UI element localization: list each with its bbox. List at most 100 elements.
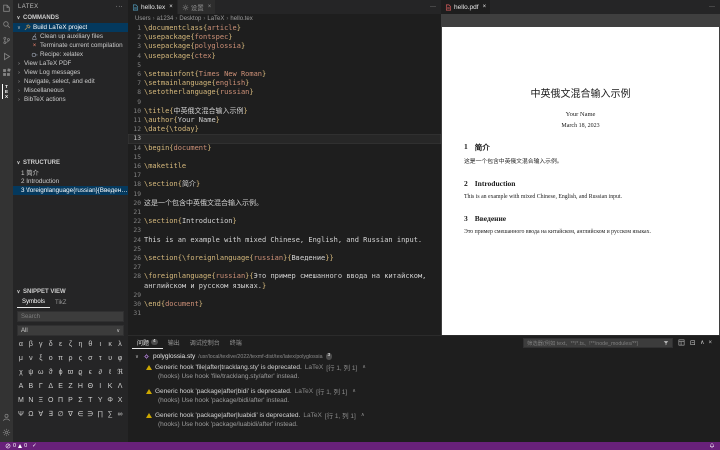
symbol-cell[interactable]: Σ [75, 396, 85, 405]
pdf-viewer[interactable]: 中英俄文混合输入示例 Your Name March 18, 2023 1 简介这… [441, 14, 720, 335]
symbol-cell[interactable]: Κ [105, 382, 115, 391]
more-actions-icon[interactable]: ··· [116, 4, 123, 10]
symbol-cell[interactable]: β [26, 340, 36, 349]
explorer-icon[interactable] [2, 4, 11, 13]
panel-tab-output[interactable]: 输出 [163, 336, 185, 349]
symbol-cell[interactable]: ϱ [75, 368, 85, 377]
sidebar-item-structure-item-1[interactable]: 1 简介 [13, 168, 128, 177]
snippet-tab-tikz[interactable]: TikZ [50, 297, 71, 308]
latex-build-status[interactable]: ✓ [32, 443, 37, 449]
latex-workshop-icon[interactable]: TEX [2, 84, 9, 99]
symbol-cell[interactable]: Γ [36, 382, 46, 391]
symbol-cell[interactable]: ∃ [46, 410, 56, 419]
bell-icon[interactable] [709, 443, 715, 449]
close-icon[interactable]: × [483, 4, 487, 10]
symbol-cell[interactable]: ℓ [105, 368, 115, 377]
symbol-cell[interactable]: θ [85, 340, 95, 349]
sidebar-item-view-latex-pdf[interactable]: › View LaTeX PDF [13, 59, 128, 68]
symbol-cell[interactable]: ∂ [95, 368, 105, 377]
panel-tab-debug-console[interactable]: 调试控制台 [185, 336, 225, 349]
problems-file-row[interactable]: ∨ polyglossia.sty/usr/local/texlive/2022/… [128, 351, 720, 362]
panel-tab-problems[interactable]: 问题 4 [132, 336, 163, 349]
symbol-cell[interactable]: ο [46, 354, 56, 363]
symbol-cell[interactable]: Υ [95, 396, 105, 405]
sidebar-item-structure-item-2[interactable]: 2 Introduction [13, 177, 128, 186]
tab-settings[interactable]: 设置 × [177, 0, 217, 14]
chevron-up-icon[interactable]: ∧ [362, 364, 366, 370]
symbol-cell[interactable]: ζ [66, 340, 76, 349]
symbol-cell[interactable]: γ [36, 340, 46, 349]
problem-row[interactable]: Generic hook 'file|after|tracklang.sty' … [128, 362, 720, 372]
symbol-cell[interactable]: ϖ [66, 368, 76, 377]
breadcrumb-item[interactable]: LaTeX [207, 16, 224, 22]
source-control-icon[interactable] [2, 36, 11, 45]
editor-code[interactable]: 1 \documentclass{article} 2 \usepackage{fon… [128, 23, 441, 335]
maximize-panel-icon[interactable]: ∧ [700, 339, 704, 346]
symbol-cell[interactable]: ∇ [66, 410, 76, 419]
sidebar-item-build-latex-project[interactable]: ∨ Build LaTeX project [13, 23, 128, 32]
symbol-cell[interactable]: λ [115, 340, 125, 349]
sidebar-item-view-log-messages[interactable]: › View Log messages [13, 68, 128, 77]
editor-more-actions-icon[interactable]: ··· [425, 0, 441, 14]
problems-status[interactable]: 0 0 [5, 443, 27, 449]
snippet-category-select[interactable]: All ∨ [17, 325, 124, 336]
symbol-cell[interactable]: α [16, 340, 26, 349]
symbol-cell[interactable]: μ [16, 354, 26, 363]
problem-row[interactable]: Generic hook 'package|after|bidi' is dep… [128, 386, 720, 396]
symbol-cell[interactable]: ∋ [85, 410, 95, 419]
run-debug-icon[interactable] [2, 52, 11, 61]
symbol-cell[interactable]: Λ [115, 382, 125, 391]
symbol-cell[interactable]: Ζ [66, 382, 76, 391]
symbol-cell[interactable]: π [56, 354, 66, 363]
symbol-cell[interactable]: ν [26, 354, 36, 363]
sidebar-item-clean-auxiliary-files[interactable]: Clean up auxiliary files [13, 32, 128, 41]
symbol-cell[interactable]: Θ [85, 382, 95, 391]
symbol-cell[interactable]: ∅ [56, 410, 66, 419]
breadcrumb-item[interactable]: Desktop [179, 16, 201, 22]
symbol-cell[interactable]: υ [105, 354, 115, 363]
settings-gear-icon[interactable] [2, 428, 11, 437]
symbol-cell[interactable]: κ [105, 340, 115, 349]
symbol-cell[interactable]: ξ [36, 354, 46, 363]
symbol-cell[interactable]: ℜ [115, 368, 125, 377]
symbol-cell[interactable]: Ψ [16, 410, 26, 419]
symbol-cell[interactable]: Ε [56, 382, 66, 391]
symbol-cell[interactable]: ι [95, 340, 105, 349]
commands-section-header[interactable]: ∨ COMMANDS [13, 13, 128, 23]
symbol-cell[interactable]: Η [75, 382, 85, 391]
close-icon[interactable]: × [208, 4, 212, 10]
symbol-cell[interactable]: σ [85, 354, 95, 363]
tab-hello-pdf[interactable]: hello.pdf × [441, 0, 492, 14]
symbol-cell[interactable]: Α [16, 382, 26, 391]
symbol-cell[interactable]: Ο [46, 396, 56, 405]
symbol-cell[interactable]: ϑ [46, 368, 56, 377]
chevron-up-icon[interactable]: ∧ [361, 412, 365, 418]
panel-tab-terminal[interactable]: 终端 [225, 336, 247, 349]
symbol-cell[interactable]: ω [36, 368, 46, 377]
problems-filter-input[interactable]: 筛选器(例如 text、**/*.ts、!**/node_modules/**) [523, 337, 674, 348]
symbol-cell[interactable]: δ [46, 340, 56, 349]
sidebar-item-miscellaneous[interactable]: › Miscellaneous [13, 86, 128, 95]
symbol-cell[interactable]: Π [56, 396, 66, 405]
symbol-cell[interactable]: ρ [66, 354, 76, 363]
breadcrumb-item[interactable]: Users [135, 16, 151, 22]
symbol-cell[interactable]: Δ [46, 382, 56, 391]
table-view-icon[interactable] [678, 339, 685, 346]
snippet-tab-symbols[interactable]: Symbols [17, 297, 51, 308]
pdf-more-actions-icon[interactable]: ··· [704, 0, 720, 14]
tab-hello-tex[interactable]: hello.tex × [128, 0, 178, 14]
sidebar-item-structure-item-3[interactable]: 3 \foreignlanguage{russian}{Введение} [13, 186, 128, 195]
sidebar-item-recipe-xelatex[interactable]: Recipe: xelatex [13, 50, 128, 59]
structure-section-header[interactable]: ∨ STRUCTURE [13, 158, 128, 168]
symbol-cell[interactable]: Μ [16, 396, 26, 405]
symbol-cell[interactable]: Ι [95, 382, 105, 391]
symbol-cell[interactable]: ∀ [36, 410, 46, 419]
search-icon[interactable] [2, 20, 11, 29]
symbol-cell[interactable]: ϕ [56, 368, 66, 377]
extensions-icon[interactable] [2, 68, 11, 77]
symbol-cell[interactable]: ∈ [75, 410, 85, 419]
close-panel-icon[interactable]: × [708, 340, 712, 346]
snippet-search-input[interactable]: Search [17, 311, 124, 322]
symbol-cell[interactable]: ψ [26, 368, 36, 377]
snippet-section-header[interactable]: ∨ SNIPPET VIEW [13, 287, 128, 297]
